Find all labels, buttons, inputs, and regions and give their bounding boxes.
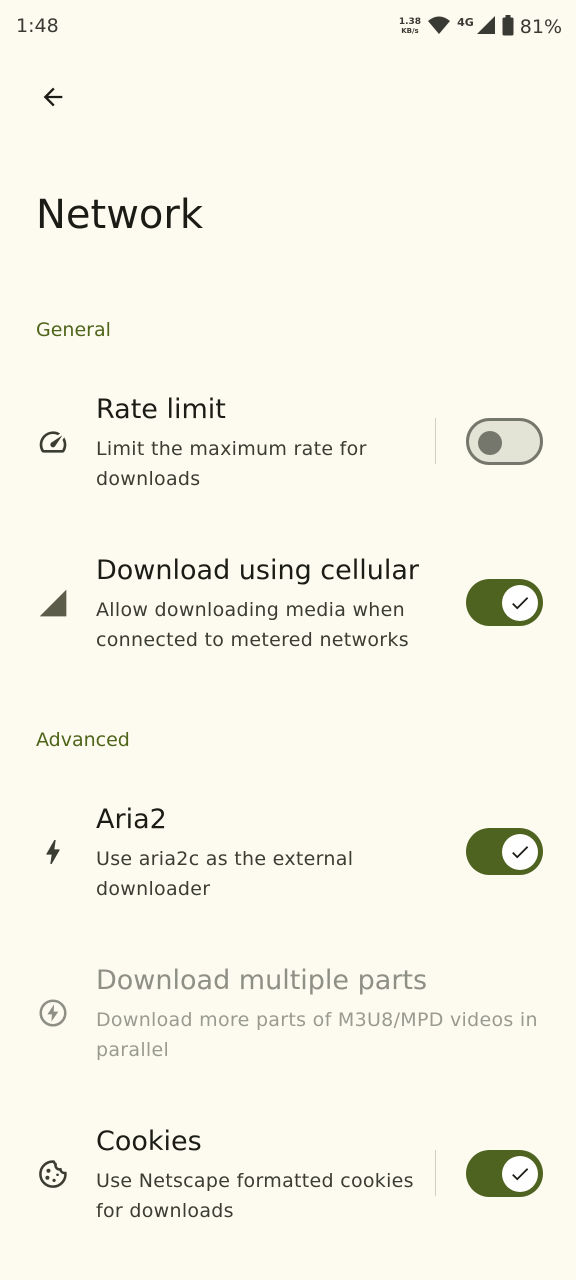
network-speed-unit: KB/s — [401, 27, 419, 35]
pref-rate-limit-title: Rate limit — [96, 394, 226, 425]
divider — [435, 418, 436, 464]
pref-download-multiple-parts-summary: Download more parts of M3U8/MPD videos i… — [96, 1009, 538, 1061]
cookies-switch[interactable] — [466, 1150, 543, 1197]
pref-rate-limit[interactable]: Rate limit Limit the maximum rate for do… — [0, 380, 576, 510]
arrow-back-icon — [43, 87, 63, 107]
cellular-switch[interactable] — [466, 579, 543, 626]
cookie-icon — [36, 1157, 70, 1191]
pref-cookies-summary: Use Netscape formatted cookies for downl… — [96, 1170, 414, 1222]
bolt-icon — [36, 835, 70, 869]
network-type: 4G — [457, 15, 474, 29]
rate-limit-switch[interactable] — [466, 418, 543, 465]
pref-download-cellular[interactable]: Download using cellular Allow downloadin… — [0, 541, 576, 671]
pref-aria2[interactable]: Aria2 Use aria2c as the external downloa… — [0, 790, 576, 920]
divider — [435, 1150, 436, 1196]
check-icon — [511, 845, 528, 858]
switch-thumb — [501, 584, 538, 621]
aria2-switch[interactable] — [466, 828, 543, 875]
status-bar: 1:48 1.38 KB/s 4G 81% — [0, 0, 576, 54]
section-header-general: General — [36, 319, 111, 341]
pref-aria2-title: Aria2 — [96, 804, 167, 835]
network-speed-value: 1.38 — [398, 17, 422, 27]
pref-download-cellular-summary: Allow downloading media when connected t… — [96, 599, 409, 651]
check-icon — [511, 596, 528, 609]
cell-signal-icon — [476, 15, 496, 39]
section-header-advanced: Advanced — [36, 729, 130, 751]
switch-thumb — [501, 1155, 538, 1192]
network-speed: 1.38 KB/s — [399, 18, 421, 36]
pref-aria2-summary: Use aria2c as the external downloader — [96, 848, 354, 900]
wifi-icon — [427, 15, 451, 39]
offline-bolt-icon — [36, 996, 70, 1030]
pref-cookies-title: Cookies — [96, 1126, 202, 1157]
switch-thumb — [501, 833, 538, 870]
back-button[interactable] — [26, 70, 80, 124]
pref-download-cellular-title: Download using cellular — [96, 555, 420, 586]
page-title: Network — [36, 192, 204, 238]
pref-download-multiple-parts[interactable]: Download multiple parts Download more pa… — [0, 951, 576, 1081]
pref-cookies[interactable]: Cookies Use Netscape formatted cookies f… — [0, 1112, 576, 1242]
status-time: 1:48 — [16, 15, 59, 37]
switch-thumb — [478, 430, 502, 455]
signal-cellular-icon — [36, 586, 70, 620]
pref-download-multiple-parts-title: Download multiple parts — [96, 965, 428, 996]
pref-rate-limit-summary: Limit the maximum rate for downloads — [96, 438, 367, 490]
speed-icon — [36, 425, 70, 459]
check-icon — [511, 1167, 528, 1180]
battery-icon — [502, 14, 514, 40]
battery-level: 81% — [519, 16, 562, 38]
status-icons: 1.38 KB/s 4G 81% — [399, 14, 562, 40]
